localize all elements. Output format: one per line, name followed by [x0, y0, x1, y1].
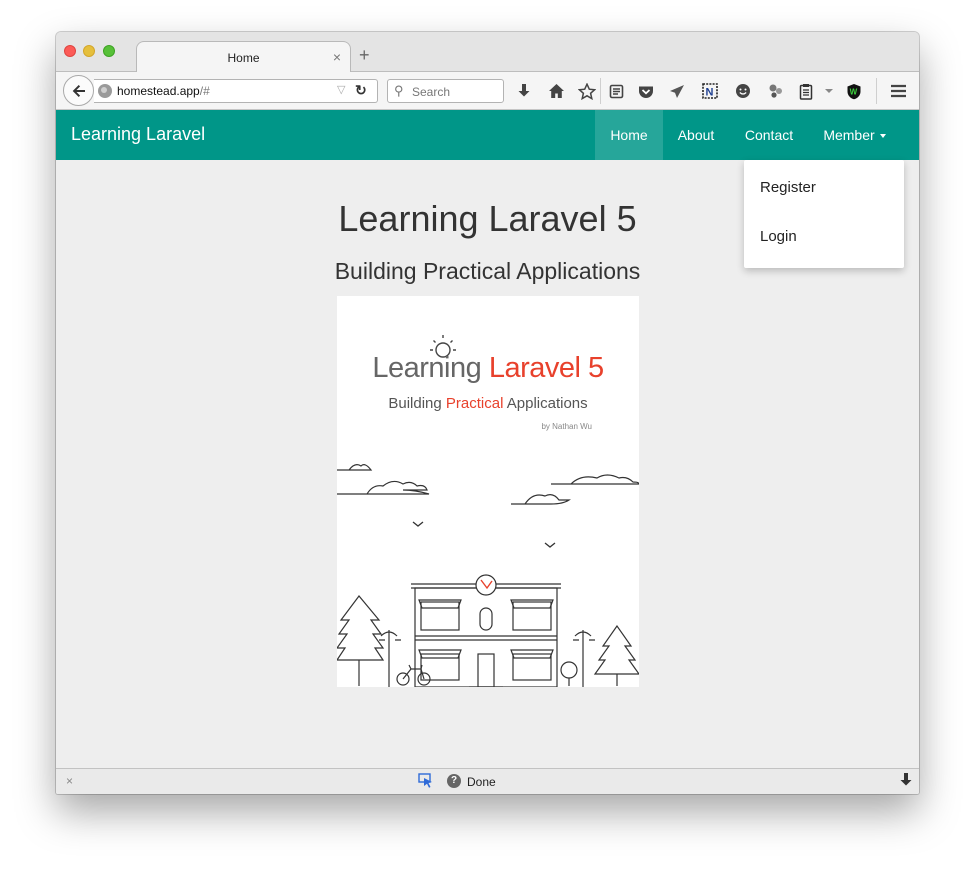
window-maximize-button[interactable]	[103, 45, 115, 57]
search-bar[interactable]: ⚲ Search	[387, 79, 504, 103]
nav-toolbar: homestead.app/# ▽ ↻ ⚲ Search N W	[56, 72, 919, 110]
page-viewport: Learning Laravel Home About Contact Memb…	[56, 110, 919, 768]
svg-text:W: W	[850, 87, 858, 96]
window-close-button[interactable]	[64, 45, 76, 57]
globe-icon	[98, 84, 112, 98]
shield-w-icon[interactable]: W	[844, 81, 864, 101]
search-placeholder: Search	[412, 85, 451, 99]
pocket-icon[interactable]	[636, 81, 656, 101]
cursor-select-icon[interactable]	[418, 773, 434, 789]
send-icon[interactable]	[667, 81, 687, 101]
window-minimize-button[interactable]	[83, 45, 95, 57]
cover-author: by Nathan Wu	[541, 422, 592, 431]
nav-item-home[interactable]: Home	[595, 110, 663, 160]
cover-title-plain: Learning	[372, 352, 489, 384]
cover-title-accent: Laravel 5	[488, 352, 604, 384]
cover-sub-after: Applications	[503, 395, 588, 412]
emoji-icon[interactable]	[733, 81, 753, 101]
new-tab-button[interactable]: +	[359, 46, 370, 64]
url-bar[interactable]: homestead.app/# ▽ ↻	[94, 79, 378, 103]
tab-title: Home	[227, 50, 260, 65]
page-subtitle: Building Practical Applications	[334, 258, 641, 284]
clipboard-icon[interactable]	[796, 81, 816, 101]
url-host: homestead.app	[117, 84, 200, 98]
reload-icon[interactable]: ↻	[355, 82, 367, 99]
nav-item-contact[interactable]: Contact	[729, 110, 809, 160]
lamp-post-icon	[379, 630, 595, 687]
url-history-dropdown-icon[interactable]: ▽	[337, 83, 345, 96]
status-close-icon[interactable]: ×	[66, 774, 73, 788]
building-icon	[411, 574, 561, 687]
help-icon[interactable]: ?	[447, 774, 461, 788]
cover-sub-accent: Practical	[445, 395, 504, 412]
back-button[interactable]	[63, 75, 94, 106]
search-icon: ⚲	[394, 83, 404, 98]
url-text[interactable]: homestead.app/#	[117, 84, 210, 98]
cover-sub-before: Building	[388, 395, 446, 412]
browser-window: Home × + homestead.app/# ▽ ↻ ⚲ Search N …	[56, 32, 919, 794]
toolbar-separator	[600, 78, 601, 104]
nav-item-member-label: Member	[823, 127, 875, 143]
toolbar-separator	[876, 78, 877, 104]
status-text: Done	[467, 775, 496, 789]
bird-icon	[412, 521, 556, 548]
tab-home[interactable]: Home ×	[136, 41, 351, 73]
tab-close-icon[interactable]: ×	[333, 49, 341, 65]
nav-item-about[interactable]: About	[663, 110, 729, 160]
cloud-icon	[337, 464, 639, 505]
extension-icon[interactable]	[766, 81, 786, 101]
nav-item-member[interactable]: Member	[809, 110, 900, 160]
menu-icon[interactable]	[888, 81, 908, 101]
cover-title: Learning Laravel 5	[337, 352, 639, 385]
book-cover-image: Learning Laravel 5 Building Practical Ap…	[337, 296, 639, 687]
download-icon[interactable]	[514, 81, 534, 101]
navbar-brand[interactable]: Learning Laravel	[71, 124, 205, 145]
tab-strip: Home × +	[56, 32, 919, 73]
home-icon[interactable]	[546, 81, 566, 101]
clipboard-menu-chevron-icon[interactable]	[819, 81, 839, 101]
tree-right-icon	[560, 624, 639, 686]
bicycle-icon	[396, 664, 431, 686]
back-arrow-icon	[72, 84, 85, 97]
url-path: /#	[199, 84, 210, 98]
reading-list-icon[interactable]	[606, 81, 626, 101]
navbar: Learning Laravel Home About Contact Memb…	[56, 110, 919, 160]
page-title: Learning Laravel 5	[338, 198, 637, 239]
download-arrow-icon[interactable]	[899, 772, 913, 793]
bookmark-star-icon[interactable]	[577, 81, 597, 101]
status-bar: × ? Done	[56, 768, 919, 794]
onenote-icon[interactable]: N	[700, 81, 720, 101]
svg-text:N: N	[706, 87, 714, 99]
caret-down-icon	[879, 134, 886, 139]
tree-left-icon	[337, 595, 385, 686]
cover-subtitle: Building Practical Applications	[337, 395, 639, 412]
